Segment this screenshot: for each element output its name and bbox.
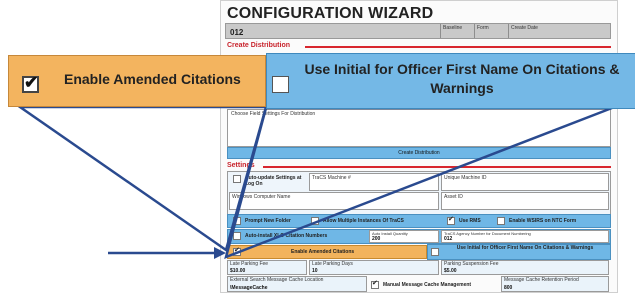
auto-install-quantity-value: 200 [372,236,381,242]
settings-divider [263,166,611,168]
use-initial-label: Use Initial for Officer First Name On Ci… [304,61,620,96]
create-distribution-button-label: Create Distribution [398,150,440,156]
external-search-cache-label: External Search Message Cache Location [230,277,324,283]
header-id: 012 [230,28,244,37]
choose-fields-note: Choose Field Settings For Distribution [231,111,316,117]
configuration-wizard-window: CONFIGURATION WIZARD 012 Baseline Form C… [220,0,618,293]
late-parking-fee-label: Late Parking Fee [230,261,269,267]
tracs-machine-label: TraCS Machine # [312,175,351,181]
manual-cache-label: Manual Message Cache Management [383,282,472,288]
late-parking-fee-field[interactable]: Late Parking Fee $10.00 [227,260,307,275]
use-rms-label: Use RMS [459,218,481,224]
checkmark-icon: ✔ [24,73,39,92]
use-initial-label-small: Use Initial for Officer First Name On Ci… [456,245,594,251]
auto-install-checkbox[interactable] [233,232,241,240]
windows-computer-name-label: Windows Computer Name [232,194,291,200]
parking-suspension-fee-label: Parking Suspension Fee [444,261,499,267]
auto-update-label: Auto-update Settings at Log On [245,175,302,187]
header-col-baseline: Baseline [440,24,474,38]
create-distribution-heading: Create Distribution [227,42,291,49]
wizard-title: CONFIGURATION WIZARD [227,5,434,22]
late-parking-fee-value: $10.00 [230,268,246,274]
enable-amended-label-small: Enable Amended Citations [291,249,355,255]
prompt-new-folder-checkbox[interactable] [233,217,241,225]
use-initial-checkbox-small[interactable] [431,248,439,256]
tracs-agency-number-field[interactable]: TraCS Agency Number for Document Numberi… [441,230,609,243]
cache-retention-field[interactable]: Message Cache Retention Period 800 [501,276,609,292]
late-parking-days-field[interactable]: Late Parking Days 10 [309,260,439,275]
use-initial-checkbox[interactable] [272,76,289,93]
header-col-create-date: Create Date [508,24,612,38]
allow-multiple-instances-checkbox[interactable] [311,217,319,225]
enable-amended-checkbox-small[interactable] [233,246,241,256]
late-parking-days-value: 10 [312,268,318,274]
settings-heading: Settings [227,162,255,169]
wizard-header-row: 012 Baseline Form Create Date [225,23,611,39]
external-search-cache-value: \MessageCache [230,285,268,291]
enable-amended-callout[interactable]: ✔ Enable Amended Citations [8,55,266,107]
enable-wsirs-checkbox[interactable] [497,217,505,225]
allow-multiple-instances-label: Allow Multiple Instances Of TraCS [323,218,404,224]
parking-suspension-fee-field[interactable]: Parking Suspension Fee $5.00 [441,260,609,275]
windows-computer-name-field[interactable]: Windows Computer Name [229,192,439,210]
auto-install-label: Auto-install XLO Citation Numbers [245,233,328,239]
distribution-field-box[interactable]: Choose Field Settings For Distribution [227,109,611,147]
unique-machine-id-label: Unique Machine ID [444,175,487,181]
asset-id-label: Asset ID [444,194,463,200]
tracs-agency-number-label: TraCS Agency Number for Document Numberi… [444,231,531,236]
late-parking-days-label: Late Parking Days [312,261,353,267]
external-search-cache-field[interactable]: External Search Message Cache Location \… [227,276,367,292]
use-rms-checkbox[interactable] [447,215,455,225]
tracs-machine-field[interactable]: TraCS Machine # [309,173,439,191]
enable-amended-label: Enable Amended Citations [64,71,241,87]
prompt-new-folder-label: Prompt New Folder [245,218,291,224]
use-initial-callout[interactable]: Use Initial for Officer First Name On Ci… [266,53,635,109]
create-distribution-button[interactable]: Create Distribution [227,147,611,159]
enable-amended-checkbox[interactable]: ✔ [22,73,39,93]
cache-retention-label: Message Cache Retention Period [504,277,579,283]
asset-id-field[interactable]: Asset ID [441,192,609,210]
parking-suspension-fee-value: $5.00 [444,268,457,274]
enable-wsirs-label: Enable WSIRS on NTC Form [509,218,577,224]
tracs-agency-number-value: 012 [444,236,453,242]
auto-update-checkbox[interactable] [233,175,241,183]
auto-install-quantity-field[interactable]: Auto Install Quantity 200 [369,230,439,243]
header-col-form: Form [474,24,508,38]
section-divider [305,46,611,48]
cache-retention-value: 800 [504,285,513,291]
unique-machine-id-field[interactable]: Unique Machine ID [441,173,609,191]
manual-cache-checkbox[interactable] [371,279,379,289]
